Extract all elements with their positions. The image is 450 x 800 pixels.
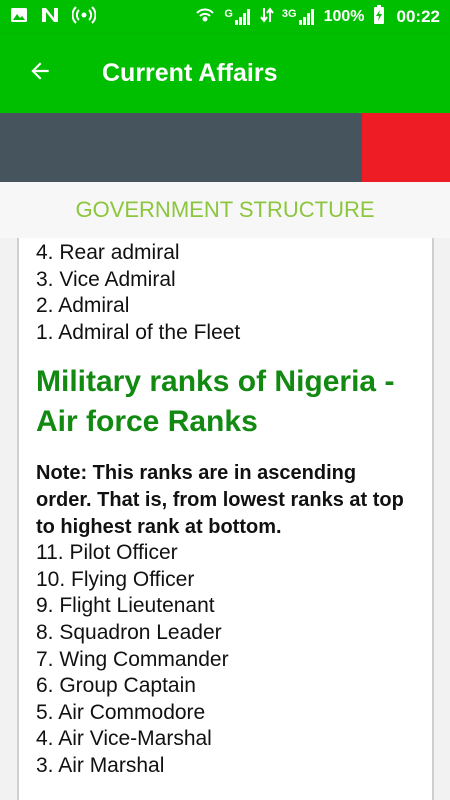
data-transfer-icon xyxy=(260,6,274,29)
list-item: 1. Admiral of the Fleet xyxy=(36,320,241,344)
list-item: 9. Flight Lieutenant xyxy=(36,594,215,618)
list-item: 3. Air Marshal xyxy=(36,753,165,777)
gallery-icon xyxy=(10,6,28,29)
list-item: 11. Pilot Officer xyxy=(36,541,178,565)
list-item: 7. Wing Commander xyxy=(36,647,229,671)
article-content[interactable]: 4. Rear admiral 3. Vice Admiral 2. Admir… xyxy=(17,238,434,800)
battery-percent: 100% xyxy=(323,8,365,25)
status-bar: G 3G 100% 00:22 xyxy=(0,0,450,34)
list-item: 4. Rear admiral xyxy=(36,241,180,264)
list-item: 10. Flying Officer xyxy=(36,567,195,591)
list-item: 6. Group Captain xyxy=(36,674,196,698)
network-label-3g: 3G xyxy=(281,8,297,20)
app-bar: Current Affairs xyxy=(0,34,450,113)
app-title: Current Affairs xyxy=(102,59,278,87)
signal-2-icon: 3G xyxy=(282,8,316,26)
battery-charging-icon xyxy=(373,4,385,30)
list-item: 2. Admiral xyxy=(36,294,130,318)
banner-accent xyxy=(362,113,450,182)
wifi-icon xyxy=(194,6,216,29)
list-item: 3. Vice Admiral xyxy=(36,267,176,291)
arrow-back-icon xyxy=(27,58,53,89)
hotspot-icon xyxy=(71,5,97,29)
back-button[interactable] xyxy=(12,46,68,102)
article-heading: Military ranks of Nigeria - Air force Ra… xyxy=(36,365,395,439)
status-time: 00:22 xyxy=(396,7,440,26)
signal-1-icon: G xyxy=(224,8,252,26)
app-n-icon xyxy=(40,6,60,29)
ad-banner[interactable] xyxy=(0,113,450,182)
network-label-g: G xyxy=(224,8,233,20)
list-item: 4. Air Vice-Marshal xyxy=(36,727,212,751)
list-item: 8. Squadron Leader xyxy=(36,620,222,644)
section-title: GOVERNMENT STRUCTURE xyxy=(0,182,450,238)
article-note: Note: This ranks are in ascending order.… xyxy=(36,462,404,538)
list-item: 5. Air Commodore xyxy=(36,700,206,724)
